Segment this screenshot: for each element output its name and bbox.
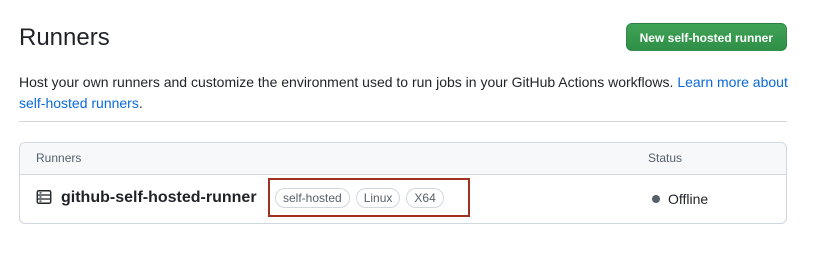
runner-labels: self-hosted Linux X64 xyxy=(275,188,444,208)
runners-table-header: Runners Status xyxy=(20,143,786,175)
divider xyxy=(19,121,787,122)
column-header-runners: Runners xyxy=(36,151,82,165)
column-header-status: Status xyxy=(648,151,683,165)
page-header: Runners New self-hosted runner xyxy=(19,23,787,53)
table-row: github-self-hosted-runner self-hosted Li… xyxy=(20,175,786,223)
server-icon xyxy=(36,190,52,204)
label-self-hosted: self-hosted xyxy=(275,188,350,208)
status-text: Offline xyxy=(668,191,709,207)
label-linux: Linux xyxy=(355,188,401,208)
description-text: Host your own runners and customize the … xyxy=(19,74,678,90)
description-trailing: . xyxy=(138,95,143,111)
runner-name-link[interactable]: github-self-hosted-runner xyxy=(61,187,257,209)
runner-status: Offline xyxy=(652,189,708,209)
status-dot-icon xyxy=(652,195,660,203)
page-title: Runners xyxy=(19,24,110,51)
page-description: Host your own runners and customize the … xyxy=(19,72,789,114)
label-x64: X64 xyxy=(406,188,444,208)
runners-table: Runners Status github-self-hosted-runner… xyxy=(19,142,787,224)
new-self-hosted-runner-button[interactable]: New self-hosted runner xyxy=(625,23,787,51)
